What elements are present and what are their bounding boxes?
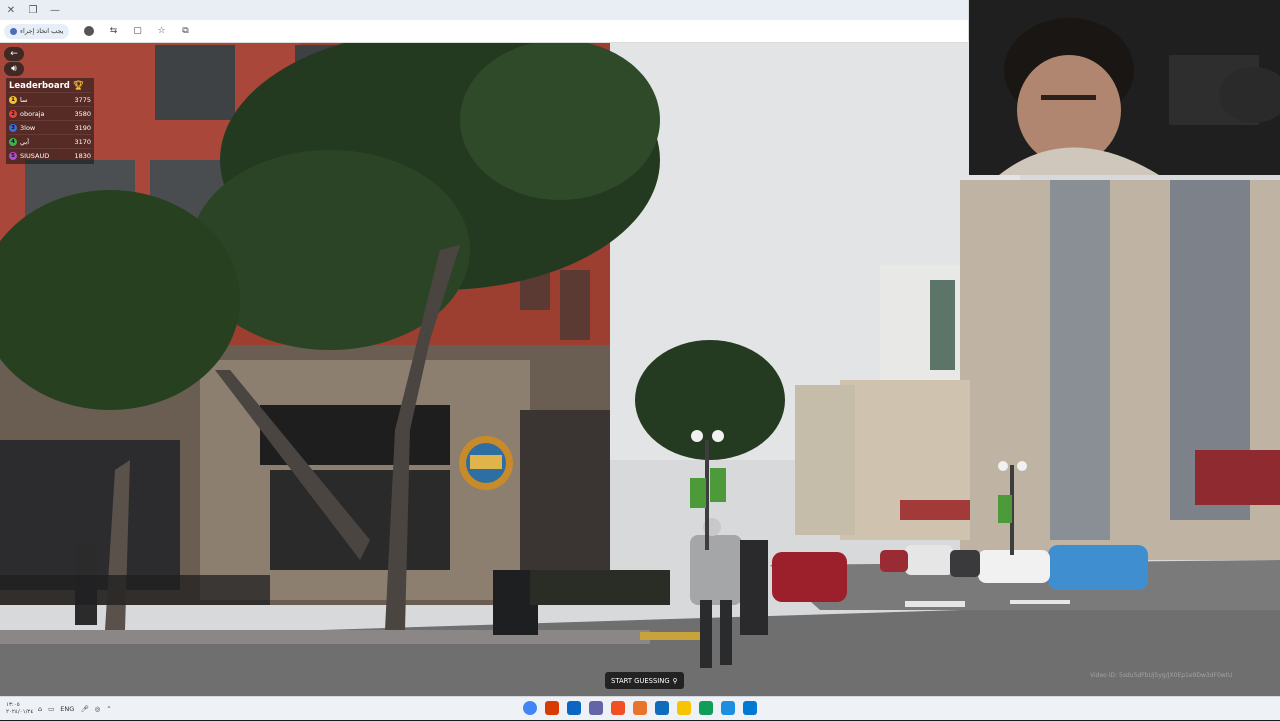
rank-badge: 5 bbox=[9, 151, 17, 160]
store-icon[interactable] bbox=[567, 701, 581, 715]
mic-icon[interactable]: 🎤︎ bbox=[80, 705, 88, 713]
leaderboard-row: 1 سا 3775 bbox=[9, 92, 91, 106]
firefox-icon[interactable] bbox=[633, 701, 647, 715]
browser-title-bar: ✕ ❐ — bbox=[0, 0, 968, 20]
player-score: 3190 bbox=[74, 123, 91, 132]
mail-icon[interactable] bbox=[655, 701, 669, 715]
teams-icon[interactable] bbox=[589, 701, 603, 715]
leaderboard-row: 4 أبي 3170 bbox=[9, 134, 91, 148]
puzzle-icon[interactable]: ⧉ bbox=[178, 24, 192, 38]
start-guessing-label: START GUESSING bbox=[611, 676, 670, 685]
trophy-icon: 🏆︎ bbox=[72, 81, 84, 91]
extensions-icon[interactable]: ⇆ bbox=[106, 24, 120, 38]
minimize-icon[interactable]: — bbox=[44, 0, 66, 20]
clock-time: ١٣:٠٥ bbox=[6, 702, 20, 708]
map-pin-icon: ⚲ bbox=[672, 676, 678, 685]
clock[interactable]: ١٣:٠٥ ٢٠٢٤/٠١/٢٤ bbox=[6, 697, 33, 721]
restore-icon[interactable]: ❐ bbox=[22, 0, 44, 20]
rank-badge: 2 bbox=[9, 109, 17, 118]
leaderboard-row: 3 3low 3190 bbox=[9, 120, 91, 134]
player-score: 3775 bbox=[74, 95, 91, 104]
player-name: SIUSAUD bbox=[20, 151, 50, 160]
leaderboard-row: 2 oboraja 3580 bbox=[9, 106, 91, 120]
speaker-icon: 🔊︎ bbox=[11, 64, 17, 74]
sidebar-icon[interactable]: ▢ bbox=[130, 24, 144, 38]
action-required-label: يجب اتخاذ إجراء bbox=[20, 27, 64, 35]
video-id-watermark: Video ID: 5sdu5dFbUj5yg/JX0Ep1e9Dw3dF0wt… bbox=[1090, 672, 1233, 679]
player-score: 3170 bbox=[74, 137, 91, 146]
leaderboard-rows: 1 سا 3775 2 oboraja 3580 3 3low 3190 4 أبي 3170 5 SIU… bbox=[9, 92, 91, 162]
system-tray: ⌂ ▭ ENG 🎤︎ ◎ ⌃ bbox=[38, 697, 112, 721]
rank-badge: 3 bbox=[9, 123, 17, 132]
language-indicator[interactable]: ENG bbox=[60, 705, 74, 713]
keyboard-icon[interactable]: ▭ bbox=[48, 705, 54, 713]
player-score: 3580 bbox=[74, 109, 91, 118]
start-guessing-button[interactable]: START GUESSING ⚲ bbox=[605, 672, 684, 689]
leaderboard-panel: Leaderboard 🏆︎ 1 سا 3775 2 oboraja 3580 3 3low 3… bbox=[6, 78, 94, 164]
back-button[interactable]: ← bbox=[4, 47, 24, 61]
network-icon[interactable]: ◎ bbox=[95, 705, 101, 713]
chrome-icon[interactable] bbox=[523, 701, 537, 715]
sound-button[interactable]: 🔊︎ bbox=[4, 62, 24, 76]
notification-icon[interactable]: ⌂ bbox=[38, 705, 42, 713]
rank-badge: 4 bbox=[9, 137, 17, 146]
close-icon[interactable]: ✕ bbox=[0, 0, 22, 20]
folder-icon[interactable] bbox=[677, 701, 691, 715]
leaderboard-title: Leaderboard 🏆︎ bbox=[9, 81, 84, 91]
webcam-image bbox=[969, 0, 1280, 175]
leaderboard-row: 5 SIUSAUD 1830 bbox=[9, 148, 91, 162]
player-name: سا bbox=[20, 95, 28, 104]
arrow-left-icon: ← bbox=[10, 49, 18, 59]
office-icon[interactable] bbox=[611, 701, 625, 715]
player-name: 3low bbox=[20, 123, 36, 132]
action-required-chip[interactable]: يجب اتخاذ إجراء bbox=[4, 23, 70, 39]
browser-toolbar: يجب اتخاذ إجراء ⇆ ▢ ☆ ⧉ bbox=[0, 20, 968, 43]
profile-icon bbox=[10, 27, 17, 35]
rank-badge: 1 bbox=[9, 95, 17, 104]
account-icon[interactable] bbox=[82, 24, 96, 38]
start-icon[interactable] bbox=[743, 701, 757, 715]
windows-taskbar: ١٣:٠٥ ٢٠٢٤/٠١/٢٤ ⌂ ▭ ENG 🎤︎ ◎ ⌃ bbox=[0, 696, 1280, 720]
webcam-overlay bbox=[969, 0, 1280, 175]
player-name: oboraja bbox=[20, 109, 45, 118]
app-icon[interactable] bbox=[545, 701, 559, 715]
chevron-up-icon[interactable]: ⌃ bbox=[106, 705, 111, 713]
photos-icon[interactable] bbox=[721, 701, 735, 715]
player-score: 1830 bbox=[74, 151, 91, 160]
star-icon[interactable]: ☆ bbox=[154, 24, 168, 38]
player-name: أبي bbox=[20, 137, 30, 146]
clock-date: ٢٠٢٤/٠١/٢٤ bbox=[6, 709, 34, 715]
edge-icon[interactable] bbox=[699, 701, 713, 715]
